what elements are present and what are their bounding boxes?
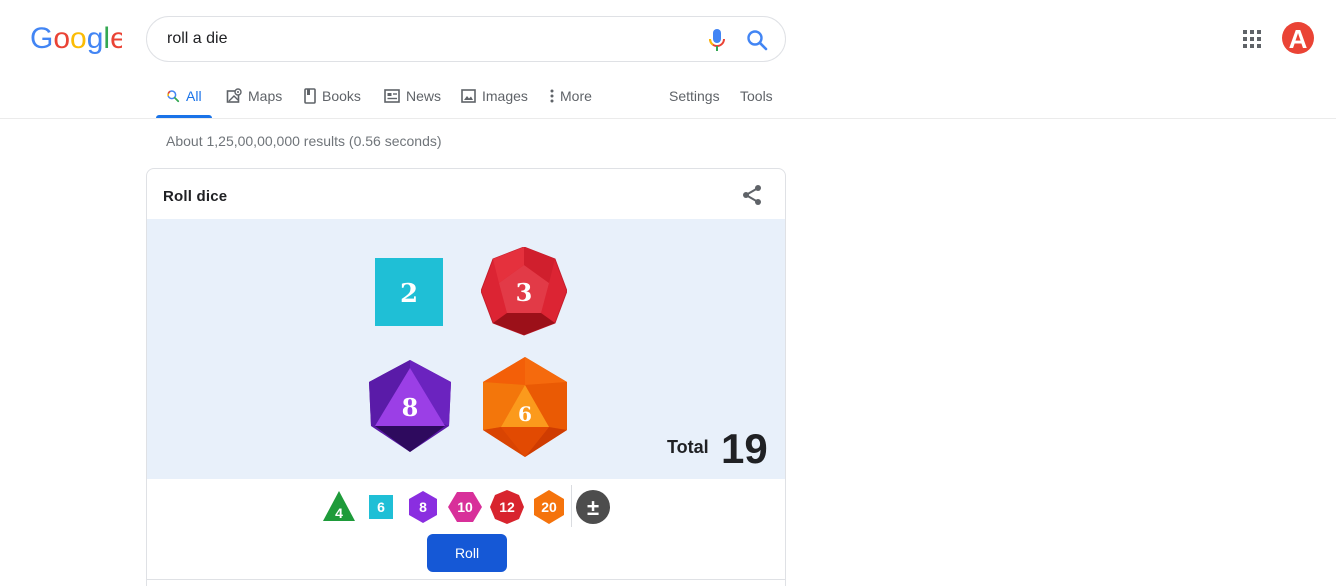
tab-label: All bbox=[186, 88, 202, 104]
search-box[interactable]: roll a die bbox=[146, 16, 786, 62]
die-d6: 2 bbox=[375, 258, 443, 326]
apps-grid-icon[interactable] bbox=[1243, 30, 1261, 48]
microphone-icon[interactable] bbox=[707, 28, 727, 52]
add-d10-button[interactable]: 10 bbox=[447, 489, 483, 525]
header-divider bbox=[0, 118, 1336, 119]
logo-letter-g: G bbox=[30, 22, 53, 55]
tab-maps[interactable]: Maps bbox=[226, 74, 282, 118]
tab-label: Books bbox=[322, 88, 361, 104]
add-d8-button[interactable]: 8 bbox=[405, 489, 441, 525]
dice-roller-card: Roll dice 2 3 8 6 Total 19 4 6 8 10 12 2… bbox=[146, 168, 786, 586]
image-icon bbox=[461, 89, 476, 103]
share-icon[interactable] bbox=[740, 183, 764, 207]
tab-label: More bbox=[560, 88, 592, 104]
more-vert-icon bbox=[550, 89, 554, 103]
logo-letter-o2: o bbox=[70, 22, 87, 55]
avatar-letter: A bbox=[1289, 24, 1308, 54]
news-icon bbox=[384, 89, 400, 103]
die-d8: 8 bbox=[369, 360, 451, 452]
roll-button[interactable]: Roll bbox=[427, 534, 507, 572]
tab-more[interactable]: More bbox=[550, 74, 592, 118]
logo-letter-l: l bbox=[103, 22, 110, 55]
logo-letter-g2: g bbox=[87, 22, 104, 55]
picker-divider bbox=[571, 485, 572, 527]
add-d6-button[interactable]: 6 bbox=[363, 489, 399, 525]
map-icon bbox=[226, 88, 242, 103]
result-stats: About 1,25,00,00,000 results (0.56 secon… bbox=[166, 133, 442, 149]
settings-label: Settings bbox=[669, 88, 720, 104]
book-icon bbox=[304, 88, 316, 104]
logo-letter-e: e bbox=[110, 22, 122, 55]
tab-label: News bbox=[406, 88, 442, 104]
tab-books[interactable]: Books bbox=[304, 74, 361, 118]
total-value: 19 bbox=[721, 425, 768, 472]
google-logo[interactable]: Google bbox=[30, 20, 122, 56]
pick-label: 8 bbox=[419, 499, 427, 515]
die-value: 3 bbox=[516, 278, 533, 307]
pick-label: 12 bbox=[499, 499, 515, 515]
logo-letter-o1: o bbox=[53, 22, 70, 55]
add-d20-button[interactable]: 20 bbox=[531, 489, 567, 525]
total-label: Total bbox=[667, 437, 709, 457]
dice-display-area: 2 3 8 6 Total 19 bbox=[147, 219, 785, 479]
card-title: Roll dice bbox=[163, 188, 228, 205]
tools-link[interactable]: Tools bbox=[740, 74, 773, 118]
die-d12: 3 bbox=[481, 247, 567, 336]
tab-images[interactable]: Images bbox=[461, 74, 528, 118]
tab-label: Images bbox=[482, 88, 528, 104]
die-d20: 6 bbox=[483, 357, 567, 457]
tab-label: Maps bbox=[248, 88, 283, 104]
tab-news[interactable]: News bbox=[384, 74, 441, 118]
search-input[interactable]: roll a die bbox=[167, 30, 227, 48]
pick-label: ± bbox=[587, 495, 599, 520]
svg-text:Google: Google bbox=[30, 22, 122, 55]
die-picker: 4 6 8 10 12 20 ± bbox=[147, 479, 785, 533]
pick-label: 4 bbox=[335, 505, 343, 521]
tools-label: Tools bbox=[740, 88, 773, 104]
search-icon bbox=[167, 90, 180, 103]
avatar[interactable]: A bbox=[1282, 22, 1314, 54]
modifier-button[interactable]: ± bbox=[575, 489, 611, 525]
settings-link[interactable]: Settings bbox=[669, 74, 720, 118]
die-value: 2 bbox=[400, 279, 418, 309]
pick-label: 10 bbox=[457, 499, 473, 515]
pick-label: 6 bbox=[377, 499, 385, 515]
tab-all[interactable]: All bbox=[166, 74, 202, 118]
die-value: 8 bbox=[402, 393, 419, 422]
search-tabs: All Maps Books News Images More Settings… bbox=[156, 74, 796, 118]
card-divider bbox=[147, 579, 785, 580]
add-d12-button[interactable]: 12 bbox=[489, 489, 525, 525]
pick-label: 20 bbox=[541, 499, 557, 515]
die-value: 6 bbox=[518, 402, 532, 426]
add-d4-button[interactable]: 4 bbox=[321, 489, 357, 525]
search-icon[interactable] bbox=[745, 28, 769, 52]
